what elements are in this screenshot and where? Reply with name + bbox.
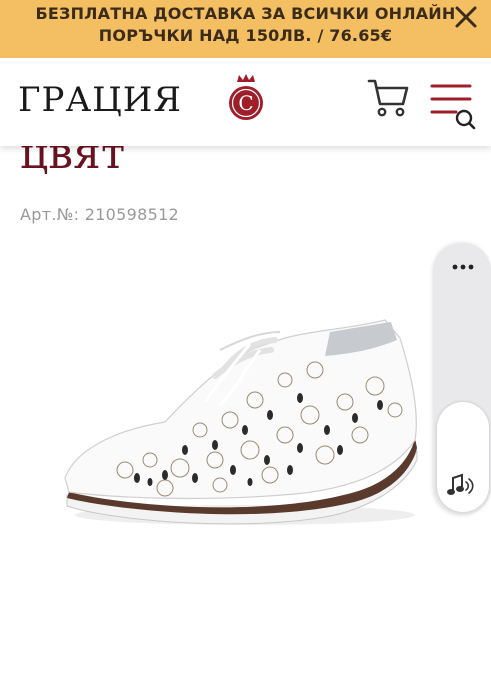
promo-banner: БЕЗПЛАТНА ДОСТАВКА ЗА ВСИЧКИ ОНЛАЙН ПОРЪ… [0,0,491,58]
logo-mark-letter: C [238,91,253,115]
product-sku: Арт.№: 210598512 [20,205,180,224]
logo-text[interactable]: ГРАЦИЯ [18,80,182,120]
product-image[interactable] [55,310,427,535]
promo-line-1: БЕЗПЛАТНА ДОСТАВКА ЗА ВСИЧКИ ОНЛАЙН [35,4,456,23]
menu-search-icon[interactable] [428,80,476,132]
logo-crown-icon[interactable]: C [226,72,266,122]
speaker-audio-icon[interactable] [446,470,474,500]
cart-icon[interactable] [366,76,410,120]
promo-text: БЕЗПЛАТНА ДОСТАВКА ЗА ВСИЧКИ ОНЛАЙН ПОРЪ… [0,3,491,47]
more-dots-icon[interactable] [450,261,476,273]
promo-line-2: ПОРЪЧКИ НАД 150ЛВ. / 76.65€ [98,26,393,45]
site-header: ГРАЦИЯ C [0,58,491,146]
close-icon[interactable] [453,4,479,30]
